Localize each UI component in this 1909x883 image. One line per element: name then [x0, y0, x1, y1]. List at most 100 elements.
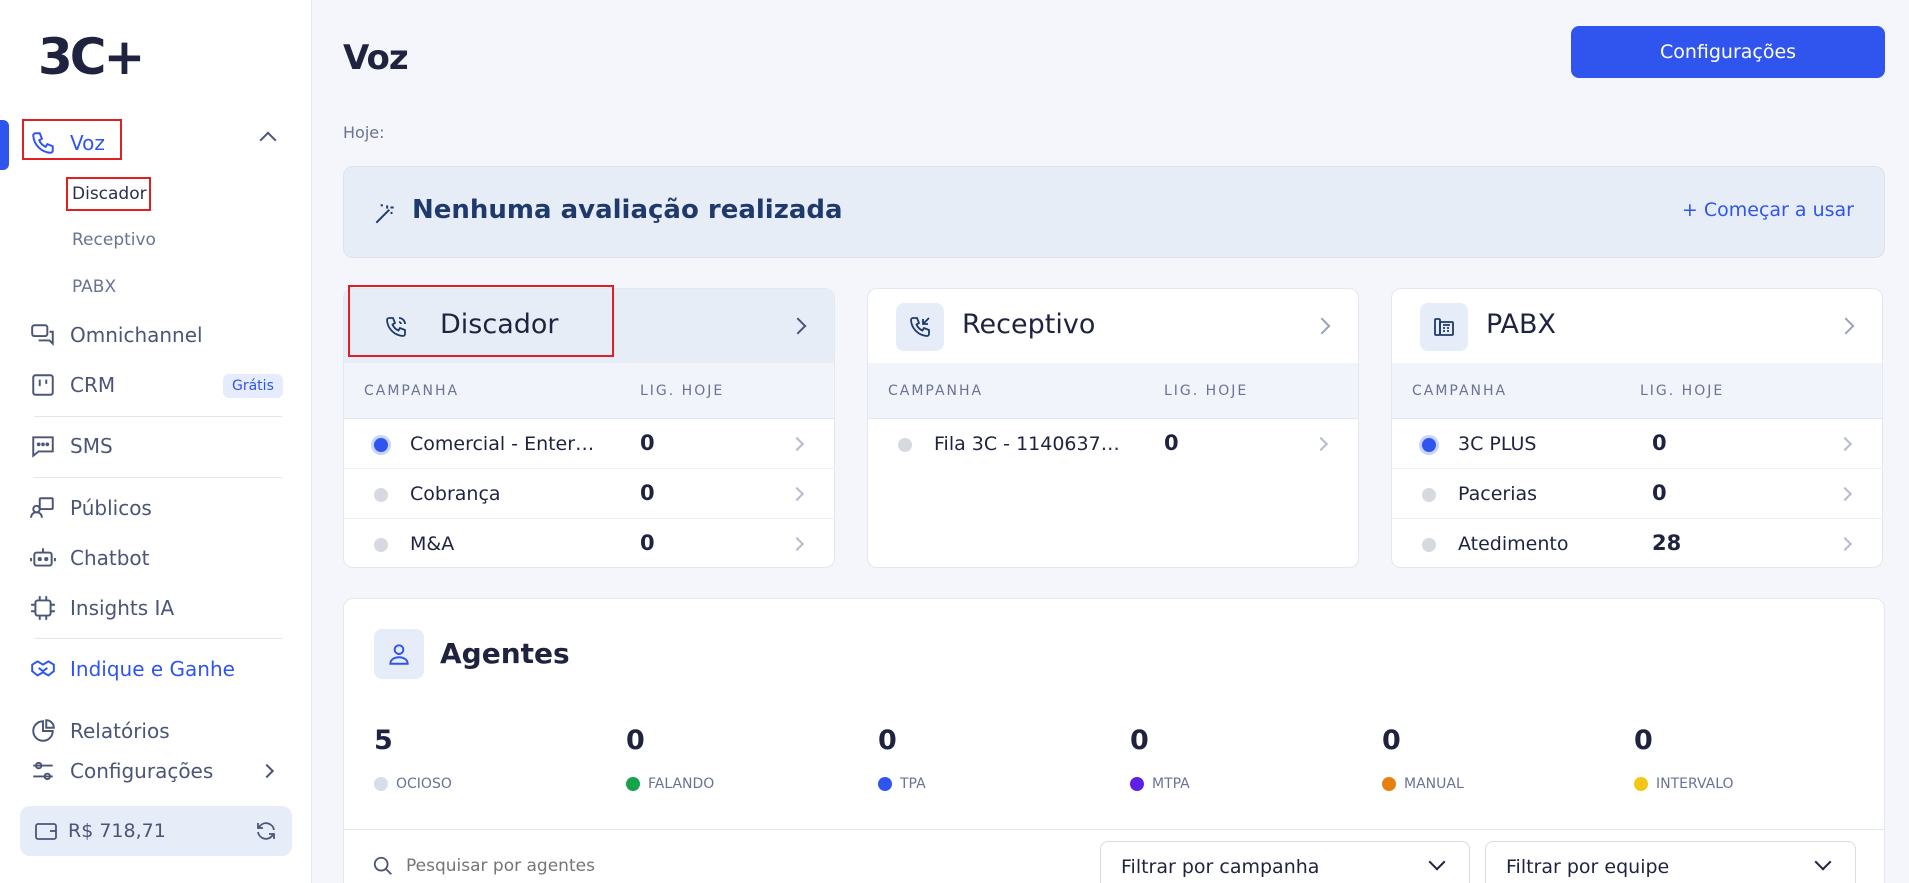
board-icon	[32, 374, 54, 396]
agent-search	[372, 855, 826, 877]
campaign-row[interactable]: M&A 0	[344, 519, 834, 567]
column-campaign: CAMPANHA	[364, 383, 460, 399]
column-calls-today: LIG. HOJE	[1164, 383, 1249, 399]
start-using-link[interactable]: + Começar a usar	[1682, 199, 1854, 221]
campaign-row[interactable]: Pacerias 0	[1392, 469, 1882, 519]
status-dot	[1382, 777, 1396, 791]
divider	[34, 477, 282, 478]
agents-panel: Agentes 5 OCIOSO 0 FALANDO 0 TPA 0 MTPA …	[343, 598, 1885, 883]
stat-label: FALANDO	[648, 776, 715, 792]
campaign-row[interactable]: Cobrança 0	[344, 469, 834, 519]
filter-campaign-select[interactable]: Filtrar por campanha	[1100, 841, 1470, 883]
handshake-icon	[31, 660, 55, 677]
fax-icon	[1434, 318, 1454, 336]
sidebar-item-omnichannel[interactable]: Omnichannel	[30, 322, 203, 348]
sidebar-item-relatorios[interactable]: Relatórios	[30, 718, 170, 744]
sidebar-item-label: CRM	[70, 373, 116, 397]
campaign-name: Fila 3C - 1140637…	[934, 433, 1120, 455]
chevron-right-icon	[1837, 536, 1853, 552]
calls-today-value: 0	[640, 481, 655, 505]
status-dot	[898, 438, 912, 452]
sidebar-item-label: Indique e Ganhe	[70, 657, 235, 681]
pabx-card-header[interactable]: PABX	[1392, 289, 1882, 363]
table-header: CAMPANHA LIG. HOJE	[344, 363, 834, 419]
status-dot	[1130, 777, 1144, 791]
sidebar-item-voz[interactable]: Voz	[30, 130, 105, 156]
stat-label: INTERVALO	[1656, 776, 1734, 792]
sidebar-item-crm[interactable]: CRM	[30, 372, 115, 398]
calls-today-value: 0	[1652, 431, 1667, 455]
sidebar-item-label: Chatbot	[70, 546, 150, 570]
chevron-right-icon[interactable]	[1837, 317, 1855, 335]
column-calls-today: LIG. HOJE	[640, 383, 725, 399]
phone-icon	[32, 132, 54, 154]
sidebar-item-label: Configurações	[70, 759, 214, 783]
chevron-right-icon	[789, 486, 805, 502]
campaign-row[interactable]: Fila 3C - 1140637… 0	[868, 419, 1358, 469]
stat-label: TPA	[900, 776, 926, 792]
filter-team-select[interactable]: Filtrar por equipe	[1485, 841, 1856, 883]
stat-label: MTPA	[1152, 776, 1190, 792]
chevron-up-icon[interactable]	[259, 131, 277, 149]
campaign-row[interactable]: Comercial - Enter… 0	[344, 419, 834, 469]
today-label: Hoje:	[343, 123, 385, 142]
stat-mtpa: 0 MTPA	[1130, 725, 1360, 792]
status-dot	[1634, 777, 1648, 791]
message-icon	[32, 436, 54, 458]
status-dot	[374, 538, 388, 552]
sidebar-item-indique[interactable]: Indique e Ganhe	[30, 656, 235, 682]
search-input[interactable]	[406, 856, 826, 876]
sliders-icon	[33, 761, 53, 781]
discador-card-header[interactable]: Discador	[344, 289, 834, 363]
sidebar-subitem-pabx[interactable]: PABX	[72, 277, 116, 297]
receptivo-card-header[interactable]: Receptivo	[868, 289, 1358, 363]
campaign-name: Cobrança	[410, 483, 501, 505]
campaign-name: Comercial - Enter…	[410, 433, 595, 455]
stat-label: OCIOSO	[396, 776, 452, 792]
campaign-row[interactable]: 3C PLUS 0	[1392, 419, 1882, 469]
sidebar-subitem-discador[interactable]: Discador	[72, 184, 147, 204]
table-header: CAMPANHA LIG. HOJE	[868, 363, 1358, 419]
balance-value: R$ 718,71	[68, 820, 166, 842]
column-calls-today: LIG. HOJE	[1640, 383, 1725, 399]
brand-logo[interactable]: 3C+	[38, 32, 145, 82]
sidebar-item-sms[interactable]: SMS	[30, 433, 113, 459]
ai-chip-icon	[31, 596, 55, 620]
settings-button[interactable]: Configurações	[1571, 26, 1885, 78]
campaign-name: Atedimento	[1458, 533, 1569, 555]
stat-value: 0	[1382, 725, 1401, 756]
stat-break: 0 INTERVALO	[1634, 725, 1864, 792]
sidebar-item-insights[interactable]: Insights IA	[30, 595, 174, 621]
sidebar-subitem-receptivo[interactable]: Receptivo	[72, 230, 156, 250]
status-dot	[1422, 538, 1436, 552]
stat-value: 0	[878, 725, 897, 756]
chevron-right-icon	[789, 436, 805, 452]
sidebar-item-label: Públicos	[70, 496, 152, 520]
chevron-right-icon	[1313, 436, 1329, 452]
pabx-card: PABX CAMPANHA LIG. HOJE 3C PLUS 0 Paceri…	[1391, 288, 1883, 568]
chevron-right-icon[interactable]	[1313, 317, 1331, 335]
chevron-right-icon[interactable]	[259, 763, 275, 779]
active-indicator	[0, 120, 9, 170]
card-icon-wrap	[372, 303, 420, 351]
status-dot	[374, 488, 388, 502]
select-value: Filtrar por equipe	[1506, 856, 1670, 878]
sidebar-item-chatbot[interactable]: Chatbot	[30, 545, 150, 571]
agents-title: Agentes	[440, 637, 570, 670]
stat-value: 0	[1130, 725, 1149, 756]
page-title: Voz	[343, 38, 409, 78]
balance-widget: R$ 718,71	[20, 806, 292, 856]
column-campaign: CAMPANHA	[1412, 383, 1508, 399]
card-title: Discador	[440, 309, 559, 340]
sidebar-item-publicos[interactable]: Públicos	[30, 495, 152, 521]
campaign-row[interactable]: Atedimento 28	[1392, 519, 1882, 567]
calls-today-value: 28	[1652, 531, 1682, 555]
chevron-right-icon	[1837, 436, 1853, 452]
card-title: Receptivo	[962, 309, 1096, 340]
sidebar-item-configuracoes[interactable]: Configurações	[30, 758, 213, 784]
discador-card: Discador CAMPANHA LIG. HOJE Comercial - …	[343, 288, 835, 568]
chevron-right-icon[interactable]	[789, 317, 807, 335]
refresh-icon[interactable]	[254, 819, 278, 843]
agents-icon-wrap	[374, 629, 424, 679]
sidebar-item-label: Insights IA	[70, 596, 175, 620]
